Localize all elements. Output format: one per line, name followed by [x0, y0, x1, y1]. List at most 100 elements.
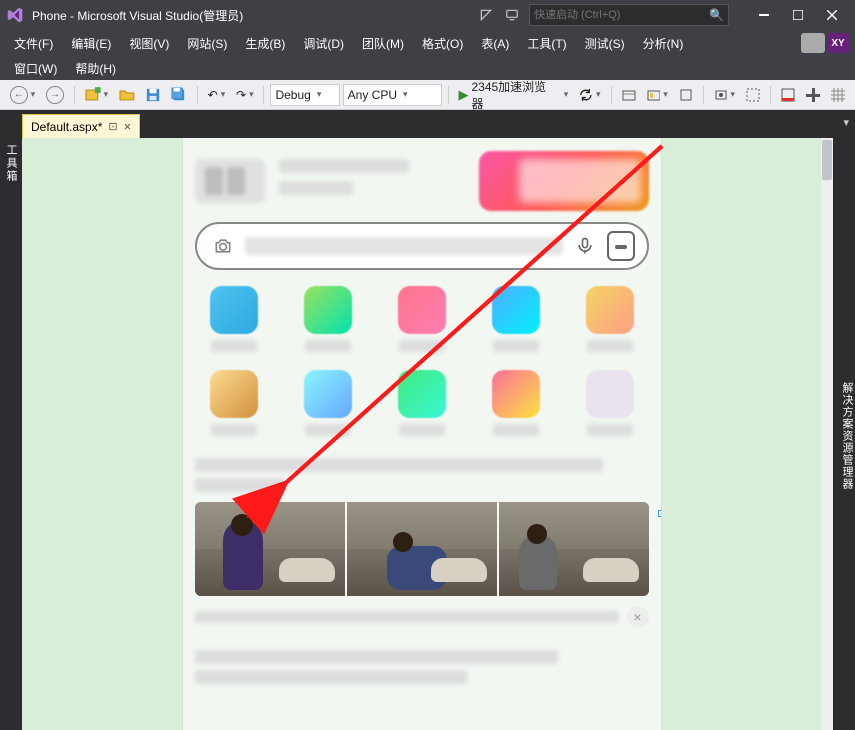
menu-format[interactable]: 格式(O) — [414, 33, 471, 54]
thumbnail-row — [195, 502, 649, 596]
browserlink-refresh-button[interactable]: ▾ — [575, 84, 604, 106]
show-table-guides-button[interactable] — [827, 84, 849, 106]
app-label-blur — [305, 424, 351, 436]
app-8[interactable] — [383, 370, 461, 436]
feed-card-2[interactable] — [195, 650, 649, 684]
app-10[interactable] — [571, 370, 649, 436]
blurred-text — [195, 458, 604, 472]
app-label-blur — [399, 340, 445, 352]
new-inline-style-button[interactable] — [618, 84, 640, 106]
feed-thumbnail[interactable] — [347, 502, 497, 596]
app-label-blur — [587, 424, 633, 436]
app-icon — [492, 370, 540, 418]
menu-test[interactable]: 测试(S) — [577, 33, 633, 54]
user-avatar[interactable] — [801, 33, 825, 53]
left-tool-rail[interactable]: 工具箱 — [0, 138, 22, 730]
platform-dropdown[interactable]: Any CPU▾ — [343, 84, 442, 106]
menu-window[interactable]: 窗口(W) — [6, 58, 65, 79]
menubar-row2: 窗口(W) 帮助(H) — [0, 56, 855, 80]
feedback-icon[interactable] — [503, 6, 521, 24]
tab-overflow-button[interactable]: ▾ — [843, 116, 849, 129]
close-icon[interactable]: × — [124, 119, 132, 134]
toolbox-tab[interactable]: 工具箱 — [3, 144, 19, 183]
app-label-blur — [493, 424, 539, 436]
menu-debug[interactable]: 调试(D) — [295, 33, 352, 54]
menu-analyze[interactable]: 分析(N) — [635, 33, 692, 54]
show-visual-aids-button[interactable] — [742, 84, 764, 106]
app-4[interactable] — [477, 286, 555, 352]
feed-thumbnail[interactable] — [499, 502, 649, 596]
tab-label: Default.aspx* — [31, 120, 102, 134]
minimize-button[interactable] — [747, 3, 781, 27]
maximize-button[interactable] — [781, 3, 815, 27]
start-debug-button[interactable]: ▶2345加速浏览器▾ — [454, 84, 572, 106]
scrollbar-thumb[interactable] — [822, 140, 832, 180]
app-icon — [586, 370, 634, 418]
scan-icon[interactable] — [607, 232, 635, 260]
nav-back-button[interactable]: ←▾ — [6, 84, 39, 106]
solution-explorer-tab[interactable]: 解决方案资源管理器 — [839, 382, 855, 490]
menu-tools[interactable]: 工具(T) — [519, 33, 574, 54]
camera-icon[interactable] — [209, 232, 237, 260]
visual-studio-logo-icon — [6, 6, 24, 24]
quick-launch-box[interactable]: 🔍 — [529, 4, 729, 26]
search-icon[interactable]: 🔍 — [709, 8, 724, 22]
configuration-dropdown[interactable]: Debug▾ — [270, 84, 339, 106]
app-grid — [195, 286, 649, 436]
menu-file[interactable]: 文件(F) — [6, 33, 61, 54]
microphone-icon[interactable] — [571, 232, 599, 260]
account-badge[interactable]: XY — [827, 33, 849, 53]
app-5[interactable] — [571, 286, 649, 352]
menu-website[interactable]: 网站(S) — [179, 33, 235, 54]
app-label-blur — [493, 340, 539, 352]
designer-margin-left — [22, 138, 182, 730]
search-placeholder-blur — [245, 237, 563, 255]
app-7[interactable] — [289, 370, 367, 436]
app-2[interactable] — [289, 286, 367, 352]
target-rule-button[interactable]: ▾ — [643, 84, 672, 106]
app-label-blur — [399, 424, 445, 436]
app-label-blur — [587, 340, 633, 352]
app-1[interactable] — [195, 286, 273, 352]
app-6[interactable] — [195, 370, 273, 436]
menu-edit[interactable]: 编辑(E) — [63, 33, 119, 54]
promo-banner[interactable] — [479, 151, 649, 211]
redo-button[interactable]: ↷▾ — [232, 84, 257, 106]
vs-window: Phone - Microsoft Visual Studio(管理员) 🔍 文… — [0, 0, 855, 730]
show-nonvisual-button[interactable]: ▾ — [710, 84, 739, 106]
show-table-rulers-button[interactable] — [802, 84, 824, 106]
vertical-scrollbar[interactable] — [821, 138, 833, 730]
undo-button[interactable]: ↶▾ — [204, 84, 229, 106]
new-project-button[interactable]: ▾ — [81, 84, 112, 106]
tab-default-aspx[interactable]: Default.aspx* ⊡ × — [22, 114, 140, 138]
menu-team[interactable]: 团队(M) — [354, 33, 412, 54]
menu-table[interactable]: 表(A) — [473, 33, 517, 54]
selection-handle[interactable] — [658, 510, 662, 517]
app-icon — [304, 370, 352, 418]
feed-card-1[interactable]: × — [195, 458, 649, 628]
app-icon — [210, 370, 258, 418]
blurred-text — [279, 159, 409, 173]
open-file-button[interactable] — [115, 84, 139, 106]
app-label-blur — [211, 340, 257, 352]
foreground-color-button[interactable] — [777, 84, 799, 106]
dismiss-icon[interactable]: × — [627, 606, 649, 628]
platform-value: Any CPU — [348, 88, 397, 102]
save-button[interactable] — [142, 84, 164, 106]
designer-surface[interactable]: × — [22, 138, 833, 730]
app-9[interactable] — [477, 370, 555, 436]
nav-forward-button[interactable]: → — [42, 84, 68, 106]
notifications-icon[interactable] — [477, 6, 495, 24]
menu-build[interactable]: 生成(B) — [237, 33, 293, 54]
attach-style-button[interactable] — [675, 84, 697, 106]
menu-help[interactable]: 帮助(H) — [67, 58, 124, 79]
save-all-button[interactable] — [167, 84, 191, 106]
menu-view[interactable]: 视图(V) — [121, 33, 177, 54]
configuration-value: Debug — [275, 88, 310, 102]
app-3[interactable] — [383, 286, 461, 352]
close-button[interactable] — [815, 3, 849, 27]
search-bar[interactable] — [195, 222, 649, 270]
feed-thumbnail[interactable] — [195, 502, 345, 596]
pin-icon[interactable]: ⊡ — [108, 120, 117, 133]
quick-launch-input[interactable] — [534, 9, 709, 21]
